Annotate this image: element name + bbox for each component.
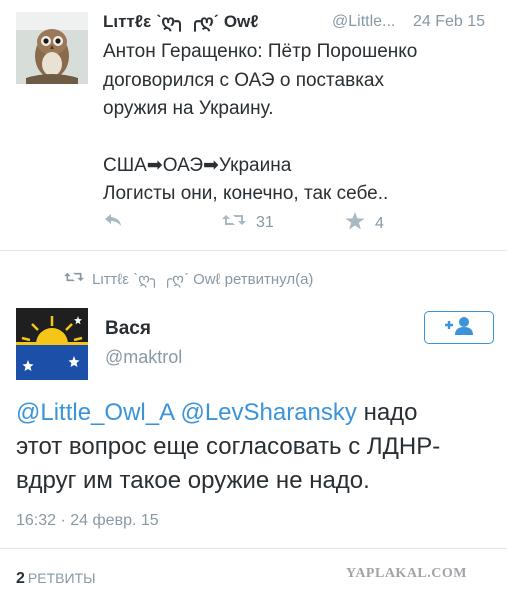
retweet-label: РЕТВИТЫ: [27, 570, 96, 586]
tweet-text-line: [103, 124, 498, 152]
site-watermark: YAPLAKAL.COM: [346, 566, 467, 581]
user-avatar[interactable]: [16, 308, 88, 380]
tweet-text: Антон Геращенко: Пётр Порошенко договори…: [103, 38, 498, 209]
author-handle[interactable]: @Little...: [332, 13, 395, 31]
reply-text-segment: надо: [356, 399, 418, 426]
tweet-text-line: Антон Геращенко: Пётр Порошенко: [103, 41, 418, 62]
retweet-icon: [222, 212, 246, 233]
retweet-count: 31: [256, 213, 274, 231]
tweet-text-line: оружия на Украину.: [103, 98, 274, 119]
tweet-text-line: США➡ОАЭ➡Украина: [103, 154, 292, 176]
retweet-notice: Lιттℓε ˋღ╮ ╭ღˊ Owℓ ретвитнул(а): [64, 270, 313, 288]
favorite-button[interactable]: 4: [345, 212, 384, 235]
retweet-stats[interactable]: 2 РЕТВИТЫ: [16, 570, 95, 588]
reply-tweet-text: @Little_Owl_A @LevSharansky надо этот во…: [16, 396, 496, 498]
owl-avatar[interactable]: [16, 12, 88, 84]
tweet-date[interactable]: 24 Feb 15: [413, 13, 485, 31]
follow-user-icon: [442, 315, 476, 340]
favorite-count: 4: [375, 214, 384, 232]
tweet-text-line: Логисты они, конечно, так себе..: [103, 183, 389, 204]
retweet-total: 2: [16, 570, 25, 587]
tweet-actions: 31 4: [0, 212, 507, 236]
reply-text-line: вдруг им такое оружие не надо.: [16, 467, 370, 494]
mention-link[interactable]: @Little_Owl_A: [16, 399, 174, 426]
retweet-notice-text[interactable]: Lιттℓε ˋღ╮ ╭ღˊ Owℓ ретвитнул(а): [92, 270, 313, 288]
tweet-text-line: договорился с ОАЭ о поставках: [103, 69, 384, 91]
divider: [0, 548, 507, 549]
reply-text-line: этот вопрос еще согласовать с ЛДНР-: [16, 433, 441, 460]
mention-link[interactable]: @LevSharansky: [180, 399, 356, 426]
reply-button[interactable]: [103, 212, 123, 233]
reply-timestamp[interactable]: 16:32 · 24 февр. 15: [16, 512, 159, 530]
follow-button[interactable]: [424, 311, 494, 344]
reply-text-line: @Little_Owl_A @LevSharansky надо: [16, 396, 496, 430]
author-name[interactable]: Lιттℓε ˋღ╮ ╭ღˊ Owℓ: [103, 12, 259, 32]
divider: [0, 250, 507, 251]
reply-author-name[interactable]: Вася: [105, 318, 151, 340]
original-tweet: Lιттℓε ˋღ╮ ╭ღˊ Owℓ @Little... 24 Feb 15 …: [0, 0, 507, 248]
retweet-icon: [64, 270, 84, 288]
reply-author-handle[interactable]: @maktrol: [105, 347, 182, 368]
reply-icon: [103, 212, 123, 233]
star-icon: [345, 212, 365, 235]
retweet-button[interactable]: 31: [222, 212, 274, 233]
